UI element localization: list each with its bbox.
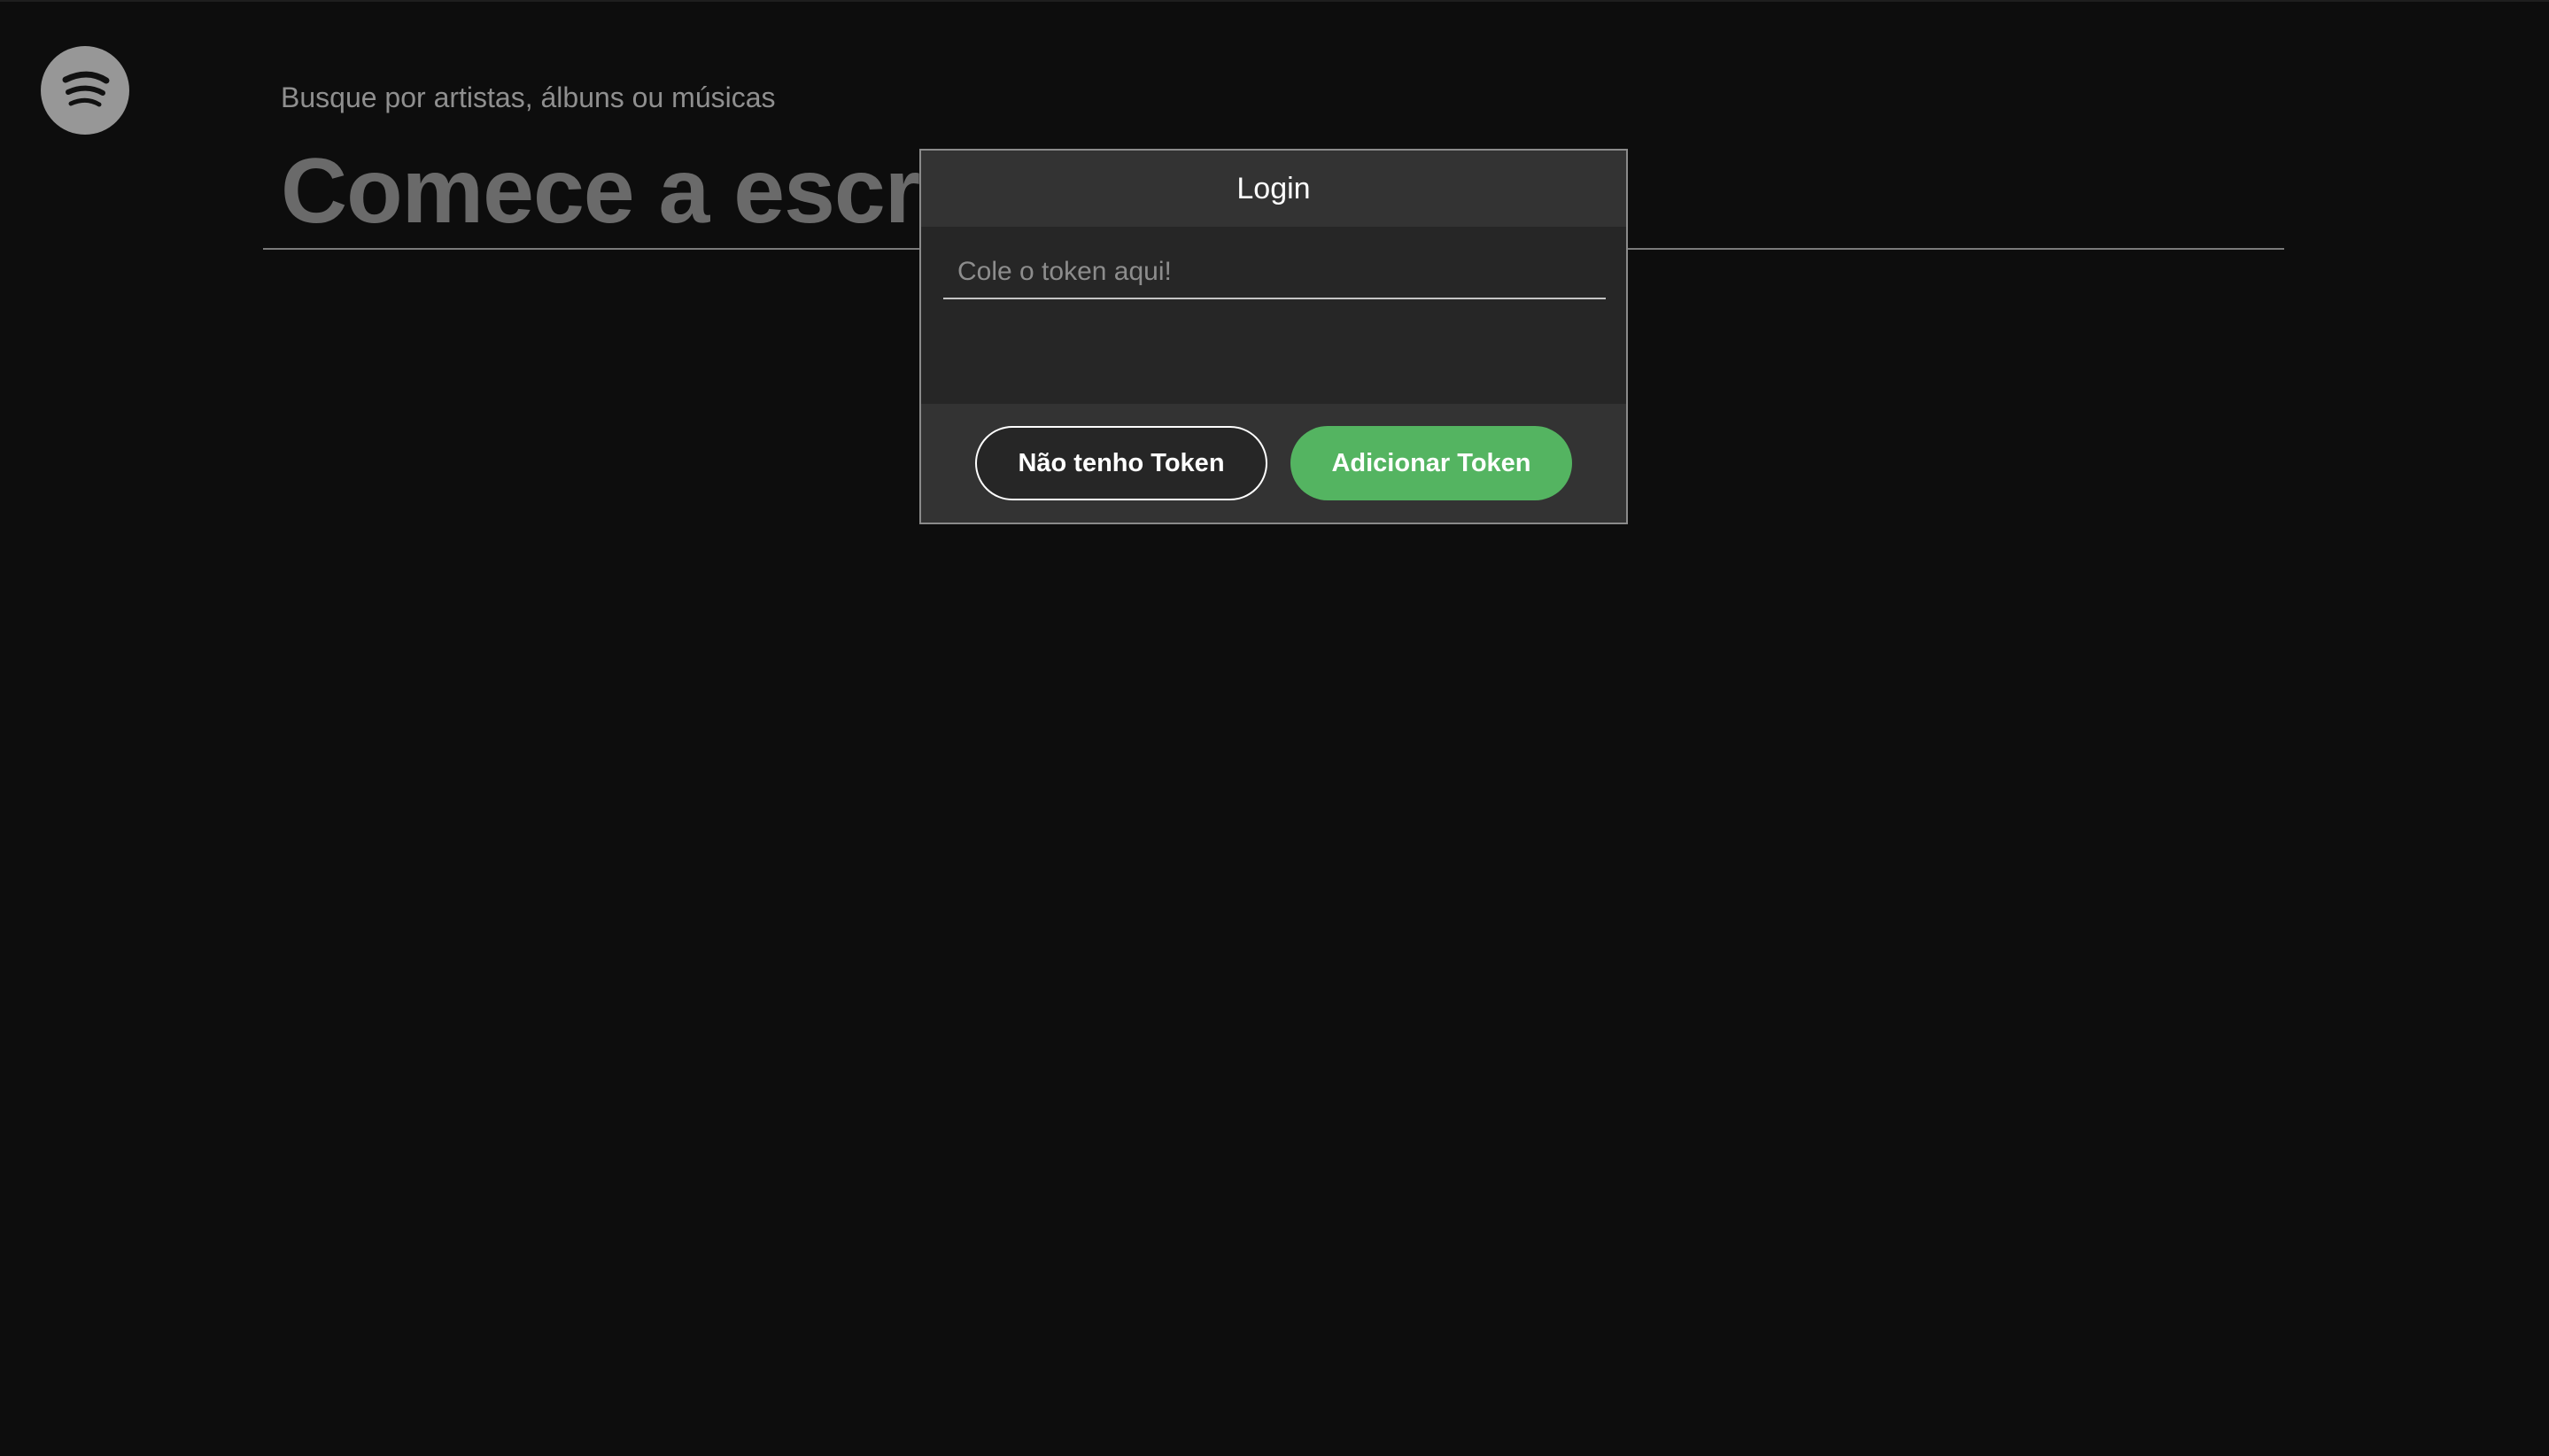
login-modal: Login Não tenho Token Adicionar Token: [919, 149, 1628, 524]
spotify-logo-icon[interactable]: [41, 46, 129, 135]
spotify-waves-icon: [62, 71, 110, 107]
modal-footer: Não tenho Token Adicionar Token: [921, 404, 1626, 523]
modal-body: [921, 227, 1626, 404]
search-hint: Busque por artistas, álbuns ou músicas: [281, 81, 776, 113]
no-token-button[interactable]: Não tenho Token: [975, 426, 1267, 500]
modal-title: Login: [921, 151, 1626, 227]
add-token-button[interactable]: Adicionar Token: [1290, 426, 1572, 500]
token-input[interactable]: [943, 246, 1606, 299]
app-page: Busque por artistas, álbuns ou músicas L…: [0, 0, 2549, 1456]
